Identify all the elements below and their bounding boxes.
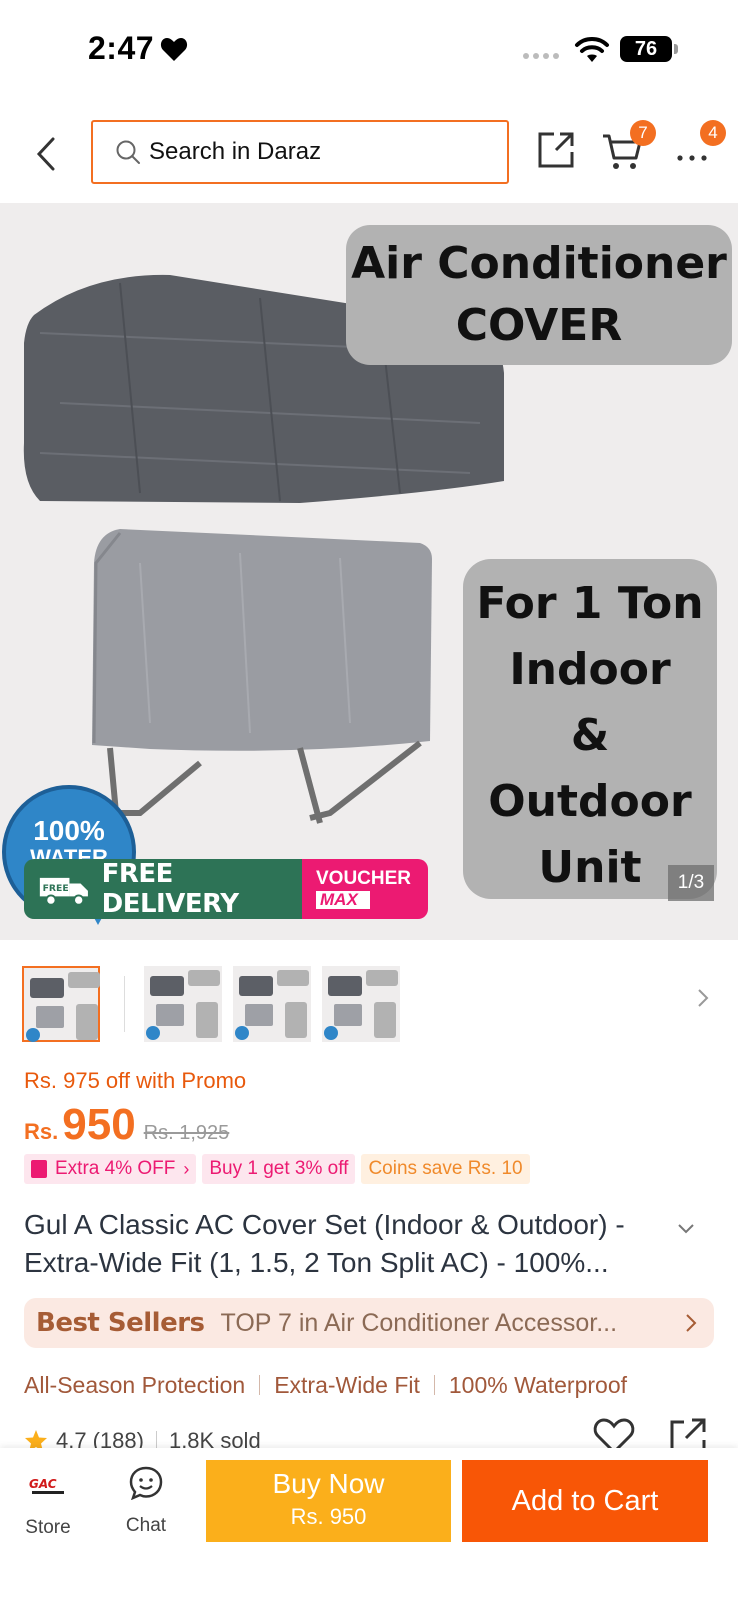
overlay-spec: For 1 Ton Indoor & Outdoor Unit (463, 559, 717, 899)
coins-label: Coins save Rs. 10 (368, 1158, 523, 1179)
thumbnail-4[interactable] (322, 966, 400, 1042)
price-value: 950 (62, 1100, 136, 1149)
voucher-max-section: VOUCHER MAX (302, 859, 428, 919)
chevron-right-icon (686, 1314, 697, 1332)
share-icon (538, 132, 574, 168)
original-price: Rs. 1,925 (143, 1122, 230, 1144)
seal-percent: 100% (33, 815, 105, 846)
voucher-max-text: MAX (316, 891, 370, 909)
chat-icon (129, 1466, 163, 1501)
search-input[interactable]: Search in Daraz (91, 120, 509, 184)
voucher-text: VOUCHER (316, 868, 412, 889)
search-placeholder: Search in Daraz (149, 138, 322, 165)
store-button[interactable]: GAC Store (18, 1462, 78, 1542)
feature-item: Extra-Wide Fit (274, 1371, 420, 1398)
product-title[interactable]: Gul A Classic AC Cover Set (Indoor & Out… (24, 1206, 664, 1282)
overlay-title-line2: COVER (455, 300, 623, 351)
battery-cap (674, 44, 678, 54)
buy-get-tag[interactable]: Buy 1 get 3% off (202, 1154, 356, 1184)
feature-item: All-Season Protection (24, 1371, 246, 1398)
top-bar: Search in Daraz 7 4 (0, 108, 738, 200)
expand-title-button[interactable] (676, 1222, 700, 1246)
overlay-title: Air Conditioner COVER (346, 225, 732, 365)
status-bar: 2:47 76 (0, 0, 738, 100)
more-button[interactable]: 4 (674, 120, 726, 176)
thumbnail-strip (0, 960, 738, 1044)
store-logo-text: GAC (29, 1477, 57, 1491)
extra-off-label: Extra 4% OFF (55, 1158, 176, 1179)
free-delivery-section: FREE FREE DELIVERY (24, 859, 302, 919)
back-button[interactable] (28, 130, 64, 178)
buy-get-label: Buy 1 get 3% off (209, 1158, 349, 1179)
promo-tags: Extra 4% OFF › Buy 1 get 3% off Coins sa… (24, 1154, 530, 1184)
product-image-gallery[interactable]: Air Conditioner COVER For 1 Ton Indoor &… (0, 203, 738, 940)
promo-discount-text: Rs. 975 off with Promo (24, 1068, 247, 1093)
thumbnail-1[interactable] (22, 966, 100, 1042)
free-delivery-banner: FREE FREE DELIVERY VOUCHER MAX (24, 859, 428, 919)
search-icon (116, 140, 140, 164)
thumbnail-divider (124, 976, 125, 1032)
best-sellers-label: Best Sellers (36, 1308, 205, 1338)
buy-now-price: Rs. 950 (290, 1504, 367, 1529)
overlay-spec-line: Indoor (509, 644, 671, 695)
thumbnail-2[interactable] (144, 966, 222, 1042)
store-label: Store (25, 1517, 71, 1538)
delivery-truck-icon: FREE (39, 877, 88, 906)
chat-label: Chat (125, 1515, 167, 1536)
chevron-right-icon: › (183, 1159, 190, 1179)
cart-count-badge: 7 (630, 120, 656, 146)
buy-now-button[interactable]: Buy Now Rs. 950 (206, 1460, 451, 1542)
overlay-spec-line: For 1 Ton (476, 578, 704, 629)
more-count-badge: 4 (700, 120, 726, 146)
buy-now-label: Buy Now (272, 1468, 385, 1499)
price-row: Rs. 950 Rs. 1,925 (24, 1100, 229, 1150)
cart-button[interactable]: 7 (600, 120, 656, 176)
price-currency: Rs. (24, 1119, 59, 1144)
thumbnail-3[interactable] (233, 966, 311, 1042)
best-sellers-bar[interactable]: Best Sellers TOP 7 in Air Conditioner Ac… (24, 1298, 714, 1348)
free-delivery-text: FREE DELIVERY (101, 859, 239, 919)
overlay-title-line1: Air Conditioner (351, 238, 727, 289)
best-sellers-rank: TOP 7 in Air Conditioner Accessor... (220, 1308, 618, 1337)
status-time: 2:47 (88, 30, 155, 66)
overlay-spec-line: & (570, 710, 610, 761)
image-counter: 1/3 (668, 865, 714, 901)
overlay-spec-line: Outdoor (488, 776, 692, 827)
feature-item: 100% Waterproof (448, 1371, 628, 1398)
bottom-action-bar: GAC Store Chat Buy Now Rs. 950 Add to Ca… (0, 1448, 738, 1600)
free-tag: FREE (43, 883, 69, 894)
chevron-right-icon (698, 989, 709, 1007)
extra-off-tag[interactable]: Extra 4% OFF › (24, 1154, 197, 1184)
feature-divider (433, 1375, 435, 1395)
chat-button[interactable]: Chat (116, 1462, 176, 1542)
thumbnails-next-button[interactable] (696, 986, 716, 1016)
feature-divider (259, 1375, 261, 1395)
heart-icon (160, 38, 188, 61)
chevron-left-icon (36, 137, 55, 171)
share-button[interactable] (534, 128, 578, 172)
store-logo-icon: GAC (29, 1477, 64, 1494)
add-to-cart-button[interactable]: Add to Cart (462, 1460, 708, 1542)
signal-icon (523, 53, 559, 59)
coins-tag[interactable]: Coins save Rs. 10 (361, 1154, 530, 1184)
wifi-icon (575, 37, 609, 62)
chevron-down-icon (678, 1224, 694, 1234)
voucher-icon (31, 1160, 47, 1178)
feature-highlights: All-Season Protection Extra-Wide Fit 100… (24, 1370, 627, 1400)
battery-indicator: 76 (620, 36, 672, 62)
